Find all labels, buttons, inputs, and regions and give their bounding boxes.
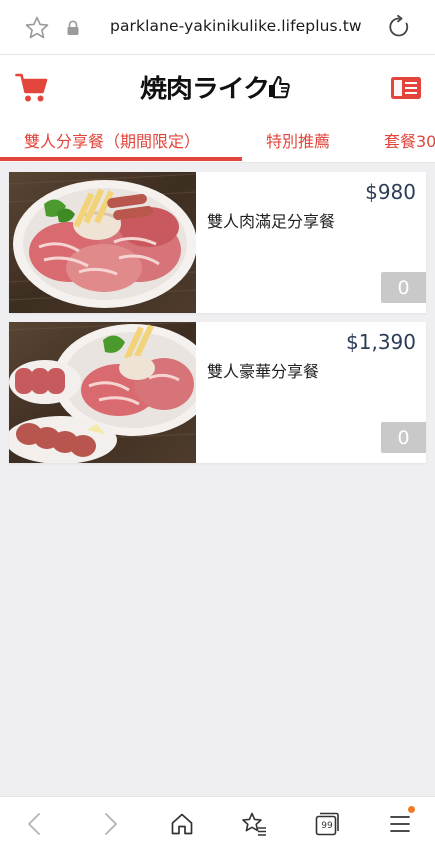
home-icon[interactable] [169, 811, 195, 837]
forward-icon[interactable] [97, 811, 123, 837]
tab-special-recommendation[interactable]: 特別推薦 [266, 128, 330, 152]
tab-set-meal[interactable]: 套餐30 [384, 128, 435, 152]
product-photo[interactable] [9, 322, 196, 463]
menu-icon[interactable] [387, 811, 413, 837]
product-name[interactable]: 雙人豪華分享餐 [207, 358, 319, 382]
thumbs-up-icon [268, 76, 290, 99]
product-card[interactable]: $980 雙人肉滿足分享餐 0 [9, 172, 426, 313]
product-card[interactable]: $1,390 雙人豪華分享餐 0 [9, 322, 426, 463]
notification-dot [408, 806, 415, 813]
tabs-button[interactable]: 99 [314, 811, 340, 837]
quantity-badge[interactable]: 0 [381, 272, 426, 303]
menu-book-icon[interactable] [390, 75, 422, 101]
site-header: 焼肉ライク [0, 55, 435, 123]
product-photo[interactable] [9, 172, 196, 313]
category-tabs: 雙人分享餐（期間限定） 特別推薦 套餐30 [0, 123, 435, 163]
browser-bottom-toolbar: 99 [0, 796, 435, 850]
site-logo[interactable]: 焼肉ライク [140, 70, 290, 104]
url-text[interactable]: parklane-yakinikulike.lifeplus.tw [110, 17, 362, 35]
cart-icon[interactable] [15, 72, 49, 104]
reload-icon[interactable] [386, 14, 412, 40]
tab-count: 99 [321, 820, 333, 831]
tab-share-set[interactable]: 雙人分享餐（期間限定） [24, 128, 200, 152]
star-icon[interactable] [24, 15, 50, 41]
product-price: $1,390 [346, 330, 416, 354]
logo-text: 焼肉ライク [140, 74, 270, 103]
lock-icon [67, 20, 79, 35]
active-tab-indicator [0, 157, 242, 161]
product-price: $980 [365, 180, 416, 204]
bookmarks-icon[interactable] [241, 811, 267, 837]
quantity-badge[interactable]: 0 [381, 422, 426, 453]
product-name[interactable]: 雙人肉滿足分享餐 [207, 208, 335, 232]
page: parklane-yakinikulike.lifeplus.tw 焼肉ライク [0, 0, 435, 850]
back-icon[interactable] [22, 811, 48, 837]
tabs-divider [0, 162, 435, 163]
browser-address-bar: parklane-yakinikulike.lifeplus.tw [0, 0, 435, 55]
